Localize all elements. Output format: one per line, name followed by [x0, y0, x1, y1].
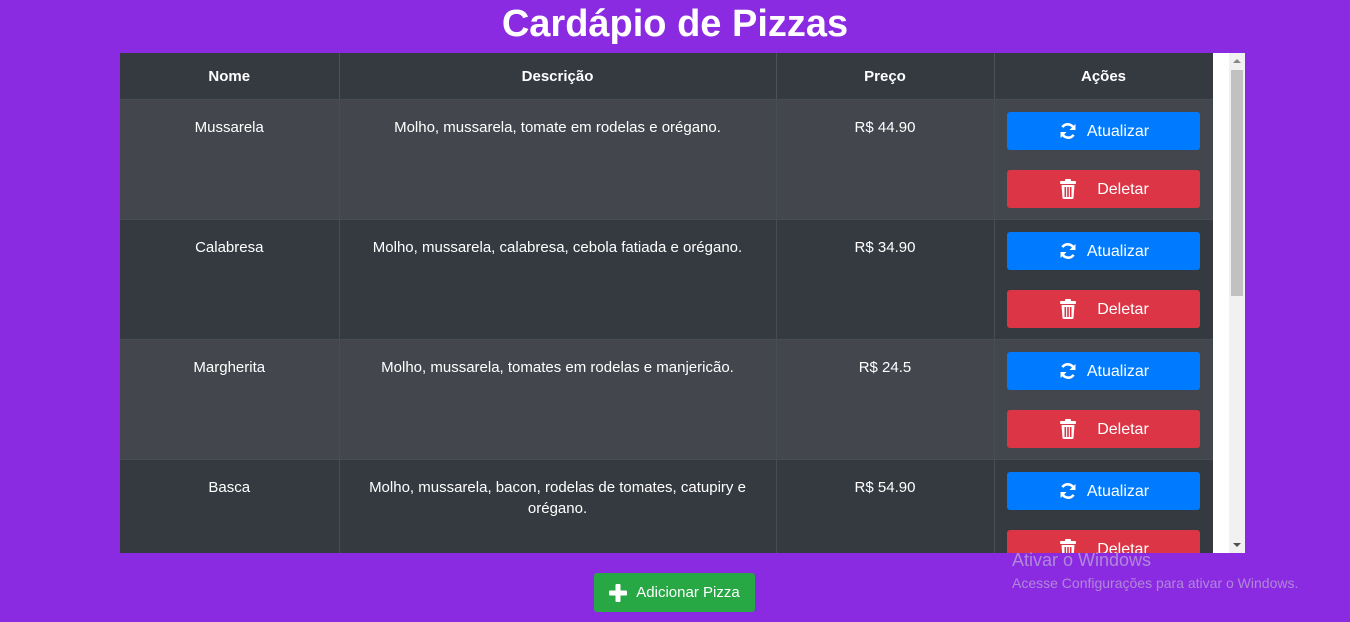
header-nome: Nome — [120, 53, 340, 100]
update-label: Atualizar — [1086, 122, 1150, 140]
watermark-subtitle: Acesse Configurações para ativar o Windo… — [1012, 575, 1299, 591]
refresh-icon — [1057, 480, 1079, 502]
pizza-name: Mussarela — [120, 99, 340, 220]
delete-button[interactable]: Deletar — [1006, 290, 1200, 328]
pizza-table: Nome Descrição Preço Ações Mussarela Mol… — [120, 53, 1213, 553]
update-label: Atualizar — [1086, 362, 1150, 380]
pizza-price: R$ 34.90 — [776, 219, 995, 340]
header-preco: Preço — [776, 53, 995, 100]
update-button[interactable]: Atualizar — [1006, 352, 1200, 390]
actions-cell: Atualizar Deletar — [994, 99, 1213, 220]
refresh-icon — [1057, 240, 1079, 262]
add-pizza-button[interactable]: Adicionar Pizza — [594, 573, 755, 612]
watermark-title: Ativar o Windows — [1012, 550, 1152, 570]
update-label: Atualizar — [1086, 242, 1150, 260]
update-label: Atualizar — [1086, 482, 1150, 500]
scroll-up-arrow-icon[interactable] — [1229, 53, 1245, 69]
pizza-name: Basca — [120, 459, 340, 553]
trash-icon — [1057, 298, 1079, 320]
table-row: Margherita Molho, mussarela, tomates em … — [120, 339, 1213, 460]
update-button[interactable]: Atualizar — [1006, 232, 1200, 270]
pizza-name: Margherita — [120, 339, 340, 460]
delete-button[interactable]: Deletar — [1006, 410, 1200, 448]
delete-label: Deletar — [1097, 420, 1149, 438]
refresh-icon — [1057, 360, 1079, 382]
pizza-description: Molho, mussarela, bacon, rodelas de toma… — [339, 459, 777, 553]
header-acoes: Ações — [994, 53, 1213, 100]
pizza-price: R$ 44.90 — [776, 99, 995, 220]
pizza-price: R$ 54.90 — [776, 459, 995, 553]
trash-icon — [1057, 418, 1079, 440]
update-button[interactable]: Atualizar — [1006, 112, 1200, 150]
delete-button[interactable]: Deletar — [1006, 170, 1200, 208]
refresh-icon — [1057, 120, 1079, 142]
plus-icon — [609, 583, 628, 602]
pizza-description: Molho, mussarela, tomate em rodelas e or… — [339, 99, 777, 220]
pizza-name: Calabresa — [120, 219, 340, 340]
update-button[interactable]: Atualizar — [1006, 472, 1200, 510]
pizza-price: R$ 24.5 — [776, 339, 995, 460]
actions-cell: Atualizar Deletar — [994, 459, 1213, 553]
delete-label: Deletar — [1097, 180, 1149, 198]
table-header-row: Nome Descrição Preço Ações — [120, 53, 1213, 100]
add-pizza-label: Adicionar Pizza — [636, 584, 740, 601]
trash-icon — [1057, 178, 1079, 200]
pizza-description: Molho, mussarela, calabresa, cebola fati… — [339, 219, 777, 340]
pizza-description: Molho, mussarela, tomates em rodelas e m… — [339, 339, 777, 460]
windows-activation-watermark: Ativar o Windows Acesse Configurações pa… — [1012, 549, 1298, 593]
pizza-table-viewport: Nome Descrição Preço Ações Mussarela Mol… — [120, 53, 1213, 553]
page-title: Cardápio de Pizzas — [501, 3, 849, 45]
header-descricao: Descrição — [339, 53, 777, 100]
table-row: Basca Molho, mussarela, bacon, rodelas d… — [120, 459, 1213, 553]
scrollbar-thumb[interactable] — [1231, 70, 1243, 296]
delete-label: Deletar — [1097, 300, 1149, 318]
table-row: Mussarela Molho, mussarela, tomate em ro… — [120, 99, 1213, 220]
actions-cell: Atualizar Deletar — [994, 219, 1213, 340]
table-scrollbar[interactable] — [1229, 53, 1245, 553]
pizza-table-container[interactable]: Nome Descrição Preço Ações Mussarela Mol… — [120, 53, 1245, 553]
table-row: Calabresa Molho, mussarela, calabresa, c… — [120, 219, 1213, 340]
actions-cell: Atualizar Deletar — [994, 339, 1213, 460]
